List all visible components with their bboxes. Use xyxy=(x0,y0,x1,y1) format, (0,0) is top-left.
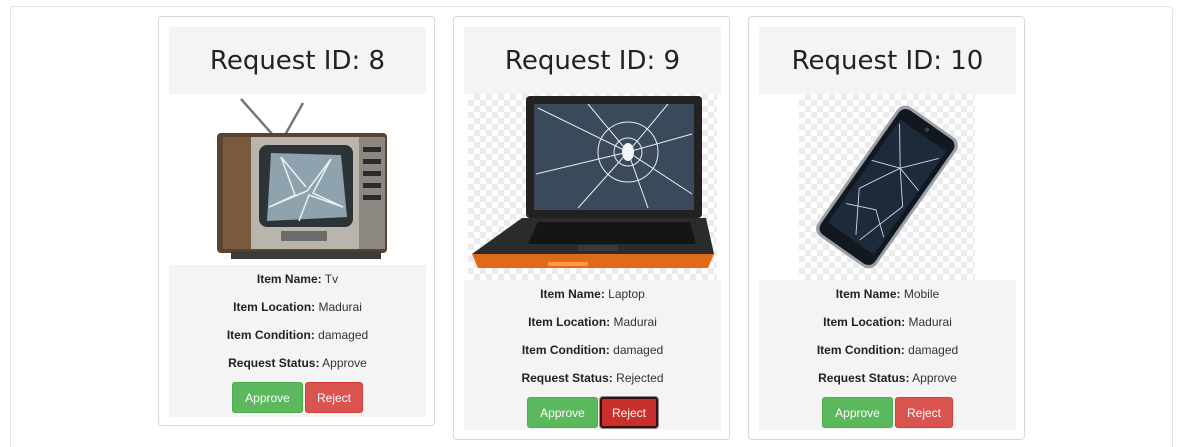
approve-button[interactable]: Approve xyxy=(822,397,893,428)
item-location-row: Item Location: Madurai xyxy=(233,300,362,314)
request-details: Item Name: Mobile Item Location: Madurai… xyxy=(759,280,1016,430)
item-location-value: Madurai xyxy=(613,315,657,329)
request-card-8: Request ID: 8 Item Name: Tv Item Locatio… xyxy=(158,16,435,426)
broken-tv-image xyxy=(211,97,391,265)
item-location-row: Item Location: Madurai xyxy=(823,315,952,329)
request-title: Request ID: 8 xyxy=(209,45,386,76)
item-name-row: Item Name: Laptop xyxy=(540,287,645,301)
request-actions: Approve Reject xyxy=(822,397,953,428)
item-name-value: Mobile xyxy=(903,287,940,301)
item-location-row: Item Location: Madurai xyxy=(528,315,657,329)
approve-button[interactable]: Approve xyxy=(232,382,303,413)
request-title: Request ID: 9 xyxy=(504,45,681,76)
request-status-row: Request Status: Approve xyxy=(228,356,367,370)
item-condition-value: damaged xyxy=(908,343,959,357)
item-condition-value: damaged xyxy=(318,328,369,342)
request-status-row: Request Status: Rejected xyxy=(521,371,664,385)
request-status-value: Rejected xyxy=(616,371,664,385)
request-title: Request ID: 10 xyxy=(791,45,984,76)
request-status-value: Approve xyxy=(322,356,367,370)
item-location-value: Madurai xyxy=(908,315,952,329)
item-name-value: Tv xyxy=(324,272,339,286)
item-condition-row: Item Condition: damaged xyxy=(521,343,664,357)
card-header: Request ID: 9 xyxy=(464,27,721,94)
request-details: Item Name: Tv Item Location: Madurai Ite… xyxy=(169,265,426,417)
card-header: Request ID: 10 xyxy=(759,27,1016,94)
card-header: Request ID: 8 xyxy=(169,27,426,94)
request-actions: Approve Reject xyxy=(232,382,363,413)
item-name-value: Laptop xyxy=(608,287,645,301)
item-condition-value: damaged xyxy=(613,343,664,357)
request-details: Item Name: Laptop Item Location: Madurai… xyxy=(464,280,721,430)
approve-button[interactable]: Approve xyxy=(527,397,598,428)
request-status-value: Approve xyxy=(912,371,957,385)
broken-phone-image xyxy=(799,94,975,280)
request-card-9: Request ID: 9 Item Name: Laptop Item Loc… xyxy=(453,16,730,440)
reject-button[interactable]: Reject xyxy=(305,382,363,413)
request-card-10: Request ID: 10 Item Name: Mobile Item Lo… xyxy=(748,16,1025,440)
reject-button[interactable]: Reject xyxy=(895,397,953,428)
item-condition-row: Item Condition: damaged xyxy=(226,328,369,342)
request-actions: Approve Reject xyxy=(527,397,658,428)
item-name-row: Item Name: Mobile xyxy=(835,287,940,301)
item-condition-row: Item Condition: damaged xyxy=(816,343,959,357)
item-location-value: Madurai xyxy=(318,300,362,314)
item-name-row: Item Name: Tv xyxy=(256,272,339,286)
broken-laptop-image xyxy=(468,94,717,280)
reject-button[interactable]: Reject xyxy=(600,397,658,428)
request-status-row: Request Status: Approve xyxy=(818,371,957,385)
